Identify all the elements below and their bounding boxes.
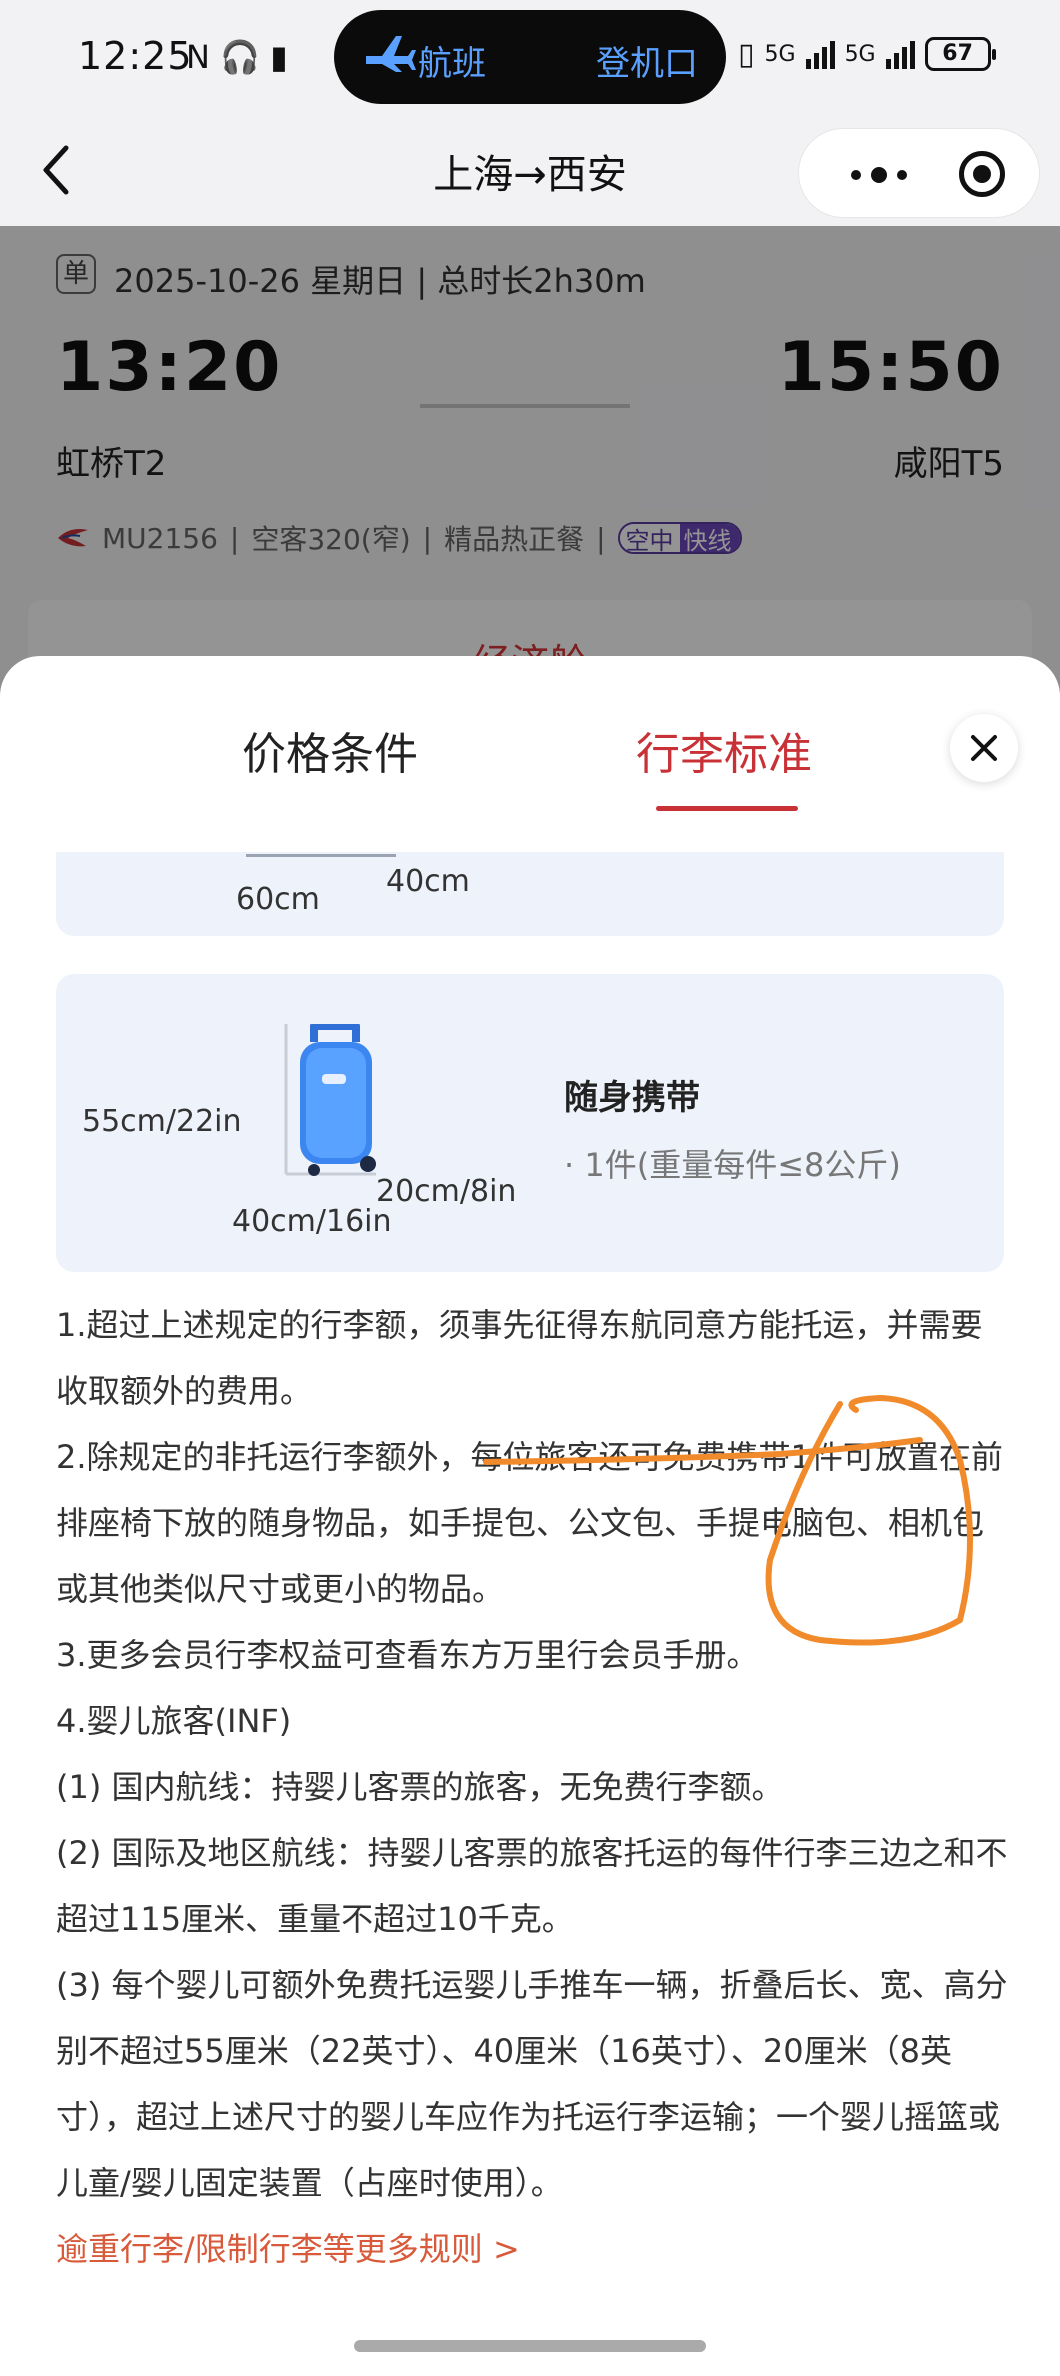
rule-item: (3) 每个婴儿可额外免费托运婴儿手推车一辆，折叠后长、宽、高分别不超过55厘米… xyxy=(56,1966,1008,2202)
carry-on-bag-icon xyxy=(284,1024,376,1176)
status-right-icons: ▯ 5G 5G 67 xyxy=(738,34,996,74)
close-icon xyxy=(971,735,997,761)
plane-icon xyxy=(366,36,416,72)
checked-width-label: 60cm xyxy=(236,882,320,917)
baggage-sheet: 价格条件 行李标准 60cm 40cm 55cm/22in 40cm/16in … xyxy=(0,656,1060,2376)
status-bar: 12:25 N 🎧 ▮ 航班 登机口 ▯ 5G 5G 67 xyxy=(0,0,1060,118)
pill-gate-label: 登机口 xyxy=(596,44,698,84)
tab-price-conditions[interactable]: 价格条件 xyxy=(242,718,418,782)
close-button[interactable] xyxy=(950,714,1018,782)
miniprogram-capsule xyxy=(798,128,1040,218)
rule-item: 1.超过上述规定的行李额，须事先征得东航同意方能托运，并需要收取额外的费用。 xyxy=(56,1306,983,1410)
network-label-1: 5G xyxy=(764,41,796,67)
dynamic-island-flight-pill[interactable]: 航班 登机口 xyxy=(334,10,726,104)
active-tab-indicator xyxy=(656,806,798,811)
more-rules-link[interactable]: 逾重行李/限制行李等更多规则 > xyxy=(56,2224,520,2270)
checked-baggage-card: 60cm 40cm xyxy=(56,852,1004,936)
battery-icon: 67 xyxy=(924,37,996,71)
carry-on-height-label: 55cm/22in xyxy=(82,1104,242,1139)
rule-item: 4.婴儿旅客(INF) xyxy=(56,1702,292,1740)
vibrate-icon: ▯ xyxy=(738,36,755,72)
carry-on-card: 55cm/22in 40cm/16in 20cm/8in 随身携带 · 1件(重… xyxy=(56,974,1004,1272)
modal-backdrop[interactable] xyxy=(0,226,1060,696)
signal-icon-2 xyxy=(885,39,915,69)
carry-on-detail: · 1件(重量每件≤8公斤) xyxy=(564,1146,901,1184)
status-time: 12:25 xyxy=(78,34,193,78)
carry-on-depth-label: 20cm/8in xyxy=(376,1174,517,1209)
signal-icon xyxy=(805,39,835,69)
home-indicator xyxy=(354,2340,706,2352)
checked-depth-label: 40cm xyxy=(386,864,470,899)
network-label-2: 5G xyxy=(844,41,876,67)
rule-item: 2.除规定的非托运行李额外，每位旅客还可免费携带1件可放置在前排座椅下放的随身物… xyxy=(56,1438,1003,1608)
close-miniprogram-icon[interactable] xyxy=(959,151,1005,197)
carry-on-width-label: 40cm/16in xyxy=(232,1204,392,1239)
carry-on-title: 随身携带 xyxy=(564,1078,700,1118)
rule-item: (2) 国际及地区航线：持婴儿客票的旅客托运的每件行李三边之和不超过115厘米、… xyxy=(56,1834,1008,1938)
pill-flight-label: 航班 xyxy=(418,44,486,84)
more-dots-icon[interactable] xyxy=(851,167,907,183)
nav-bar: 上海→西安 xyxy=(0,118,1060,226)
status-left-icons: N 🎧 ▮ xyxy=(186,38,288,76)
rule-item: 3.更多会员行李权益可查看东方万里行会员手册。 xyxy=(56,1636,759,1674)
tab-baggage-standard[interactable]: 行李标准 xyxy=(636,718,812,782)
baggage-rules: 1.超过上述规定的行李额，须事先征得东航同意方能托运，并需要收取额外的费用。 2… xyxy=(56,1292,1008,2216)
rule-item: (1) 国内航线：持婴儿客票的旅客，无免费行李额。 xyxy=(56,1768,784,1806)
sheet-scroll-content[interactable]: 60cm 40cm 55cm/22in 40cm/16in 20cm/8in 随… xyxy=(0,852,1060,2376)
